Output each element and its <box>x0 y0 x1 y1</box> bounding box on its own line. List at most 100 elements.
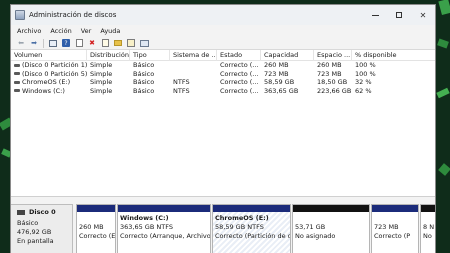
volume-layout: Simple <box>90 86 113 95</box>
properties-button[interactable] <box>126 38 136 48</box>
volume-name-cell: (Disco 0 Partición 1) <box>11 61 87 69</box>
partition-status: Correcto (Partición de d <box>215 232 291 240</box>
disk-status: En pantalla <box>17 237 54 245</box>
volume-status: Correcto (... <box>220 69 259 78</box>
column-header-sistema[interactable]: Sistema de ... <box>170 49 217 61</box>
volume-free-space: 223,66 GB <box>317 86 352 95</box>
title-bar[interactable]: Administración de discos ✕ <box>11 5 435 25</box>
partition-status: Correcto (E <box>79 232 116 240</box>
volume-layout: Simple <box>90 78 113 87</box>
disk-name: Disco 0 <box>29 208 56 216</box>
volume-filesystem: NTFS <box>173 78 190 87</box>
partition-unallocated[interactable]: 53,71 GB No asignado <box>292 204 370 253</box>
close-icon: ✕ <box>419 10 427 20</box>
volume-status: Correcto (... <box>220 78 259 87</box>
column-header-distribucion[interactable]: Distribución <box>87 49 130 61</box>
volume-list-header: Volumen Distribución Tipo Sistema de ...… <box>11 49 435 61</box>
partition-size: 53,71 GB <box>295 223 326 231</box>
partition-6[interactable]: 8 N No <box>420 204 435 253</box>
volume-name: (Disco 0 Partición 1) <box>22 61 87 70</box>
maximize-button[interactable] <box>387 5 411 25</box>
volume-capacity: 260 MB <box>264 61 289 70</box>
partition-size: 363,65 GB NTFS <box>120 223 173 231</box>
menu-ver[interactable]: Ver <box>81 27 92 35</box>
volume-free-space: 260 MB <box>317 61 342 70</box>
volume-free-space: 723 MB <box>317 69 342 78</box>
volume-free-percent: 62 % <box>355 86 372 95</box>
partition-chromeos[interactable]: ChromeOS (E:) 58,59 GB NTFS Correcto (Pa… <box>212 204 291 253</box>
partition-size: 8 N <box>423 223 435 231</box>
volume-layout: Simple <box>90 61 113 70</box>
list-view-icon <box>139 39 149 47</box>
volume-row[interactable]: Windows (C:) Simple Básico NTFS Correcto… <box>11 86 435 96</box>
partition-type-bar <box>372 205 418 212</box>
menu-ayuda[interactable]: Ayuda <box>100 27 120 35</box>
check-icon <box>101 39 109 47</box>
partition-type-bar <box>421 205 435 212</box>
disk-icon <box>17 210 25 215</box>
folder-icon <box>114 40 122 46</box>
volume-name: ChromeOS (E:) <box>22 78 71 87</box>
forward-arrow-icon[interactable]: ➡ <box>29 38 39 48</box>
partition-type-bar <box>293 205 369 212</box>
volume-icon <box>14 89 20 93</box>
minimize-button[interactable] <box>363 5 387 25</box>
volume-name: Windows (C:) <box>22 86 65 95</box>
volume-free-percent: 100 % <box>355 69 376 78</box>
list-view-button[interactable] <box>139 38 149 48</box>
volume-layout: Simple <box>90 69 113 78</box>
volume-row[interactable]: (Disco 0 Partición 5) Simple Básico Corr… <box>11 69 435 79</box>
column-header-capacidad[interactable]: Capacidad <box>261 49 314 61</box>
volume-icon <box>14 80 20 84</box>
partition-1[interactable]: 260 MB Correcto (E <box>76 204 116 253</box>
volume-row[interactable]: ChromeOS (E:) Simple Básico NTFS Correct… <box>11 78 435 87</box>
grid-icon <box>49 39 57 47</box>
delete-icon[interactable]: ✖ <box>87 38 97 48</box>
disk-map: Disco 0 Básico 476,92 GB En pantalla 260… <box>11 196 435 253</box>
disk-0-label[interactable]: Disco 0 Básico 476,92 GB En pantalla <box>11 204 73 253</box>
partition-type-bar <box>77 205 115 212</box>
doc-icon <box>75 39 83 47</box>
column-header-volumen[interactable]: Volumen <box>11 49 87 61</box>
partition-size: 723 MB <box>374 223 399 231</box>
column-header-tipo[interactable]: Tipo <box>130 49 170 61</box>
volume-type: Básico <box>133 78 155 87</box>
partition-size: 58,59 GB NTFS <box>215 223 264 231</box>
column-header-disponible[interactable]: % disponible <box>352 50 435 61</box>
volume-filesystem: NTFS <box>173 86 190 95</box>
partition-status: No asignado <box>295 232 336 240</box>
volume-free-percent: 32 % <box>355 78 372 87</box>
disk-name-row: Disco 0 <box>17 208 72 217</box>
volume-capacity: 58,59 GB <box>264 78 295 87</box>
volume-name-cell: ChromeOS (E:) <box>11 78 87 86</box>
volume-row[interactable]: (Disco 0 Partición 1) Simple Básico Corr… <box>11 61 435 70</box>
window-title: Administración de discos <box>29 11 117 19</box>
back-arrow-icon[interactable]: ⬅ <box>16 38 26 48</box>
partition-status: Correcto (Arranque, Archivo <box>120 232 211 240</box>
volume-capacity: 363,65 GB <box>264 86 299 95</box>
volume-list: Volumen Distribución Tipo Sistema de ...… <box>11 49 435 196</box>
volume-name: (Disco 0 Partición 5) <box>22 69 87 78</box>
partition-name: ChromeOS (E:) <box>215 214 269 222</box>
volume-type: Básico <box>133 61 155 70</box>
partition-status: No <box>423 232 432 240</box>
doc-button[interactable] <box>74 38 84 48</box>
partition-windows[interactable]: Windows (C:) 363,65 GB NTFS Correcto (Ar… <box>117 204 211 253</box>
volume-status: Correcto (... <box>220 61 259 70</box>
menu-accion[interactable]: Acción <box>50 27 71 35</box>
menu-archivo[interactable]: Archivo <box>17 27 41 35</box>
properties-icon <box>127 39 135 47</box>
partition-5[interactable]: 723 MB Correcto (P <box>371 204 419 253</box>
volume-icon <box>14 63 20 67</box>
column-header-espacio[interactable]: Espacio ... <box>314 49 352 61</box>
volume-icon <box>14 72 20 76</box>
volume-type: Básico <box>133 86 155 95</box>
close-button[interactable]: ✕ <box>411 5 435 25</box>
column-header-estado[interactable]: Estado <box>217 49 261 61</box>
grid-button[interactable] <box>48 38 58 48</box>
folder-button[interactable] <box>113 38 123 48</box>
check-button[interactable] <box>100 38 110 48</box>
volume-name-cell: Windows (C:) <box>11 87 87 95</box>
partition-name: Windows (C:) <box>120 214 169 222</box>
help-button[interactable]: ? <box>61 38 71 48</box>
